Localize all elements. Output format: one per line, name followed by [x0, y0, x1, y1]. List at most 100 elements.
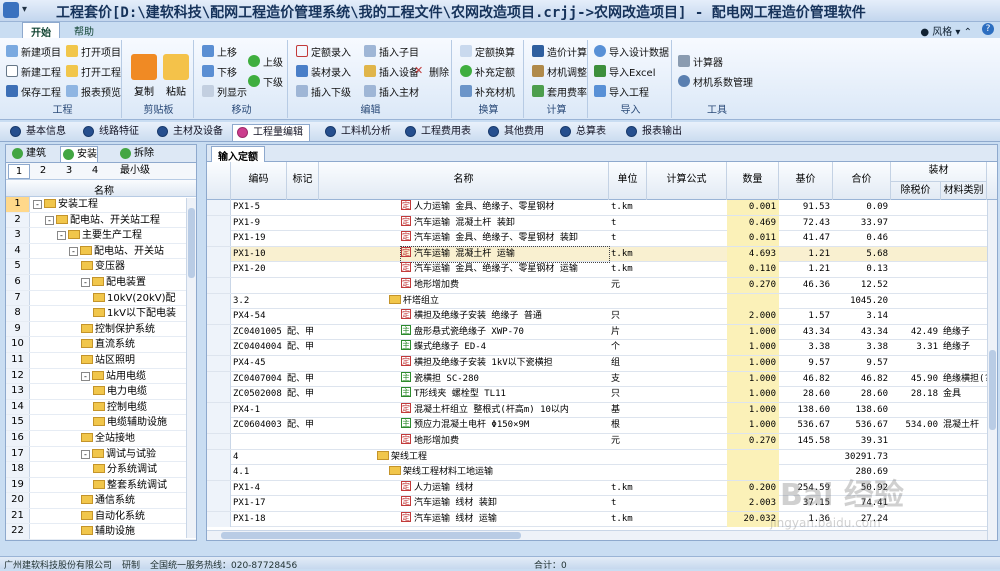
cell-qty[interactable]: 1.000: [727, 387, 779, 403]
cell-unit[interactable]: t: [611, 496, 647, 511]
cell-total[interactable]: 0.09: [833, 200, 891, 215]
cell-mark[interactable]: [287, 216, 319, 231]
cell-unit[interactable]: [611, 294, 647, 309]
tab-summary[interactable]: 总算表: [560, 124, 606, 141]
cell-base[interactable]: 43.34: [779, 325, 833, 340]
insert-device-button[interactable]: 插入设备: [364, 64, 419, 81]
cell-mark[interactable]: 配、甲: [287, 387, 319, 402]
cell-base[interactable]: 3.38: [779, 340, 833, 355]
row-indicator[interactable]: [207, 480, 231, 496]
tree-row[interactable]: 13 电力电缆: [6, 384, 196, 400]
cell-name[interactable]: 杆塔组立: [389, 294, 609, 309]
cell-mat[interactable]: [943, 231, 987, 246]
open-project-button[interactable]: 打开项目: [66, 44, 121, 61]
cell-unit[interactable]: t.km: [611, 512, 647, 527]
cell-unit[interactable]: 只: [611, 309, 647, 324]
cell-code[interactable]: ZC0404004: [233, 340, 287, 355]
help-icon[interactable]: ?: [982, 23, 994, 35]
cell-base[interactable]: [779, 294, 833, 309]
cell-code[interactable]: PX1-17: [233, 496, 287, 511]
row-indicator[interactable]: [207, 293, 231, 309]
cell-mat[interactable]: [943, 481, 987, 496]
grid-vscrollbar[interactable]: [987, 200, 997, 540]
table-row[interactable]: 元 0.270 46.36 12.52 定地形增加费: [207, 277, 997, 294]
table-row[interactable]: PX1-5 t.km 0.001 91.53 0.09 定人力运输 金具、绝缘子、零星钢材: [207, 200, 997, 216]
new-project-button[interactable]: 新建项目: [6, 44, 61, 61]
cell-base[interactable]: 138.60: [779, 403, 833, 418]
cell-name[interactable]: 定汽车运输 混凝土杆 运输: [400, 245, 610, 263]
cell-unit[interactable]: t.km: [611, 481, 647, 496]
tree-row[interactable]: 5 变压器: [6, 259, 196, 275]
table-row[interactable]: PX1-20 t.km 0.110 1.21 0.13 定汽车运输 金具、绝缘子、零星钢材…: [207, 262, 997, 278]
tree-row[interactable]: 22 辅助设施: [6, 524, 196, 541]
tree-row[interactable]: 3 - 主要生产工程: [6, 228, 196, 244]
cell-total[interactable]: 536.67: [833, 418, 891, 433]
app-logo-icon[interactable]: [3, 2, 19, 18]
cell-total[interactable]: 12.52: [833, 278, 891, 293]
tab-cost-table[interactable]: 工程费用表: [405, 124, 471, 141]
cell-pre[interactable]: [891, 356, 941, 371]
cell-name[interactable]: 定汽车运输 金具、绝缘子、零星钢材 运输: [401, 262, 609, 277]
cell-name[interactable]: 定横担及绝缘子安装 1kV以下瓷横担: [401, 355, 609, 371]
cell-code[interactable]: PX1-18: [233, 512, 287, 527]
cell-qty[interactable]: 0.270: [727, 433, 779, 449]
supplement-quota-button[interactable]: 补充定额: [460, 64, 515, 81]
cell-code[interactable]: PX4-54: [233, 309, 287, 324]
tree-row[interactable]: 8 1kV以下配电装: [6, 306, 196, 322]
tab-other-fees[interactable]: 其他费用: [488, 124, 544, 141]
level-down-button[interactable]: 下级: [248, 74, 283, 91]
cell-code[interactable]: 4.1: [233, 465, 287, 480]
cell-name[interactable]: 定人力运输 金具、绝缘子、零星钢材: [401, 200, 609, 215]
cell-total[interactable]: 46.82: [833, 372, 891, 387]
row-indicator[interactable]: [207, 262, 231, 278]
tree-row[interactable]: 1- 安装工程: [6, 197, 196, 213]
cell-code[interactable]: [233, 278, 287, 293]
cell-mat[interactable]: 绝缘子: [943, 325, 987, 340]
cell-pre[interactable]: [891, 231, 941, 246]
level-up-button[interactable]: 上级: [248, 54, 283, 71]
cell-mark[interactable]: 配、甲: [287, 418, 319, 433]
cell-mark[interactable]: 配、甲: [287, 340, 319, 355]
scroll-thumb[interactable]: [188, 208, 195, 278]
cell-qty[interactable]: 4.693: [727, 246, 779, 262]
move-down-button[interactable]: 下移: [202, 64, 237, 81]
cell-pre[interactable]: [891, 200, 941, 215]
cell-code[interactable]: PX4-45: [233, 356, 287, 371]
cell-mat[interactable]: [943, 465, 987, 480]
cell-mark[interactable]: [287, 294, 319, 309]
cell-pre[interactable]: [891, 309, 941, 324]
cell-unit[interactable]: 支: [611, 372, 647, 387]
cell-code[interactable]: PX1-9: [233, 216, 287, 231]
tab-report-output[interactable]: 报表输出: [626, 124, 682, 141]
table-row[interactable]: 元 0.270 145.58 39.31 定地形增加费: [207, 433, 997, 450]
cell-name[interactable]: 架线工程: [377, 450, 609, 465]
table-row[interactable]: PX4-45 组 1.000 9.57 9.57 定横担及绝缘子安装 1kV以下瓷横担: [207, 355, 997, 372]
row-indicator[interactable]: [207, 277, 231, 293]
cell-mat[interactable]: [943, 247, 987, 262]
cell-name[interactable]: 主瓷横担 SC-280: [401, 371, 609, 387]
cell-mark[interactable]: [287, 434, 319, 449]
cell-mark[interactable]: 配、甲: [287, 372, 319, 387]
cell-unit[interactable]: 元: [611, 278, 647, 293]
cell-base[interactable]: 28.60: [779, 387, 833, 402]
cell-qty[interactable]: 1.000: [727, 371, 779, 387]
tree-row[interactable]: 15 电缆辅助设施: [6, 415, 196, 431]
cell-base[interactable]: 46.36: [779, 278, 833, 293]
cell-pre[interactable]: 42.49: [891, 325, 941, 340]
cell-total[interactable]: 1045.20: [833, 294, 891, 309]
import-excel-button[interactable]: 导入Excel: [594, 64, 656, 81]
save-engineering-button[interactable]: 保存工程: [6, 84, 61, 101]
cell-unit[interactable]: 根: [611, 418, 647, 433]
quick-access-dropdown-icon[interactable]: ▾: [22, 4, 27, 15]
tab-construction[interactable]: 建筑: [10, 146, 46, 162]
cell-base[interactable]: 46.82: [779, 372, 833, 387]
material-coef-button[interactable]: 材机系数管理: [678, 74, 753, 91]
cell-qty[interactable]: 2.000: [727, 309, 779, 325]
collapse-toggle-icon[interactable]: -: [81, 449, 90, 459]
row-indicator[interactable]: [207, 231, 231, 247]
cell-mat[interactable]: 金具: [943, 387, 987, 402]
cell-total[interactable]: 39.31: [833, 434, 891, 449]
tab-quantity-edit[interactable]: 工程量编辑: [232, 124, 310, 141]
cell-total[interactable]: 43.34: [833, 325, 891, 340]
cell-name[interactable]: 主蝶式绝缘子 ED-4: [401, 340, 609, 355]
